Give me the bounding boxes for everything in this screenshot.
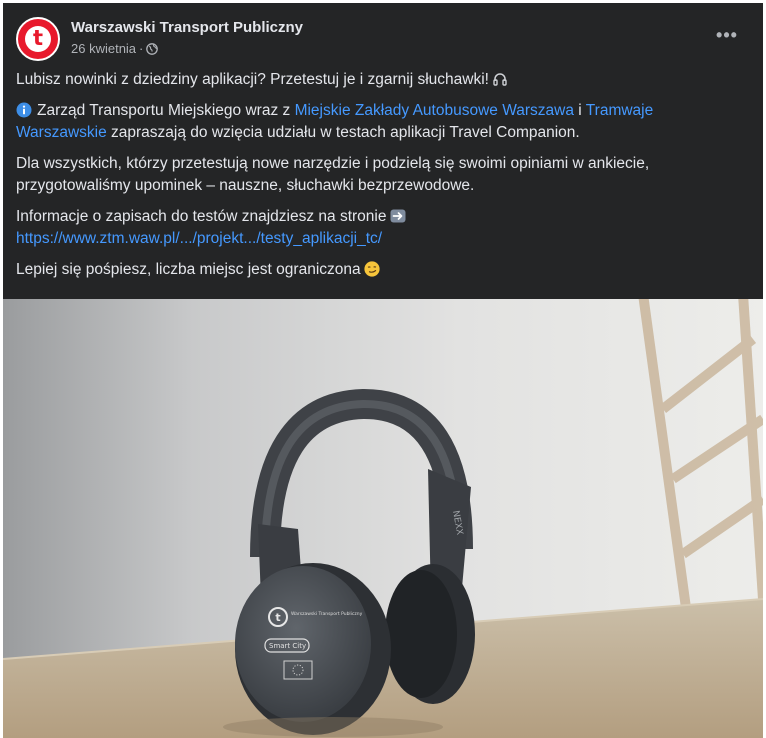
avatar-logo: t xyxy=(25,26,51,52)
post-date-link[interactable]: 26 kwietnia xyxy=(71,41,136,57)
post-text: Lubisz nowinki z dziedziny aplikacji? Pr… xyxy=(16,69,744,290)
paragraph-5: Lepiej się pośpiesz, liczba miejsc jest … xyxy=(16,259,744,281)
post-header: t Warszawski Transport Publiczny 26 kwie… xyxy=(16,17,751,61)
globe-icon xyxy=(146,43,159,55)
meta-separator: · xyxy=(139,41,144,56)
headphones-photo: NEXX t Warszawski Transport Publiczny Sm… xyxy=(3,299,763,738)
cup-badge-label: Smart City xyxy=(269,642,306,650)
cup-logo-label: Warszawski Transport Publiczny xyxy=(291,611,363,617)
facebook-post: t Warszawski Transport Publiczny 26 kwie… xyxy=(3,3,763,738)
paragraph-1: Lubisz nowinki z dziedziny aplikacji? Pr… xyxy=(16,69,744,91)
page-avatar[interactable]: t xyxy=(16,17,60,61)
smirk-emoji-icon xyxy=(364,261,380,277)
mza-warszawa-link[interactable]: Miejskie Zakłady Autobusowe Warszawa xyxy=(295,102,574,119)
headphones-icon xyxy=(492,71,508,87)
paragraph-2-text-b: i xyxy=(573,102,586,119)
paragraph-2-text-a: Zarząd Transportu Miejskiego wraz z xyxy=(37,102,295,119)
paragraph-4: Informacje o zapisach do testów znajdzie… xyxy=(16,206,744,250)
more-options-button[interactable]: ••• xyxy=(713,26,741,47)
cup-logo-letter: t xyxy=(275,611,280,624)
paragraph-2-text-c: zapraszają do wzięcia udziału w testach … xyxy=(106,124,580,141)
post-photo[interactable]: NEXX t Warszawski Transport Publiczny Sm… xyxy=(3,299,763,738)
paragraph-3: Dla wszystkich, którzy przetestują nowe … xyxy=(16,155,650,194)
info-icon xyxy=(16,102,32,118)
paragraph-2: Zarząd Transportu Miejskiego wraz z Miej… xyxy=(16,100,744,144)
avatar-letter: t xyxy=(32,26,44,50)
paragraph-4-text: Informacje o zapisach do testów znajdzie… xyxy=(16,208,387,225)
right-arrow-icon xyxy=(390,208,406,224)
paragraph-1-text: Lubisz nowinki z dziedziny aplikacji? Pr… xyxy=(16,71,489,88)
post-meta: 26 kwietnia · xyxy=(71,41,159,57)
page-name-link[interactable]: Warszawski Transport Publiczny xyxy=(71,18,303,38)
paragraph-5-text: Lepiej się pośpiesz, liczba miejsc jest … xyxy=(16,261,361,278)
testy-aplikacji-link[interactable]: https://www.ztm.waw.pl/.../projekt.../te… xyxy=(16,230,382,247)
